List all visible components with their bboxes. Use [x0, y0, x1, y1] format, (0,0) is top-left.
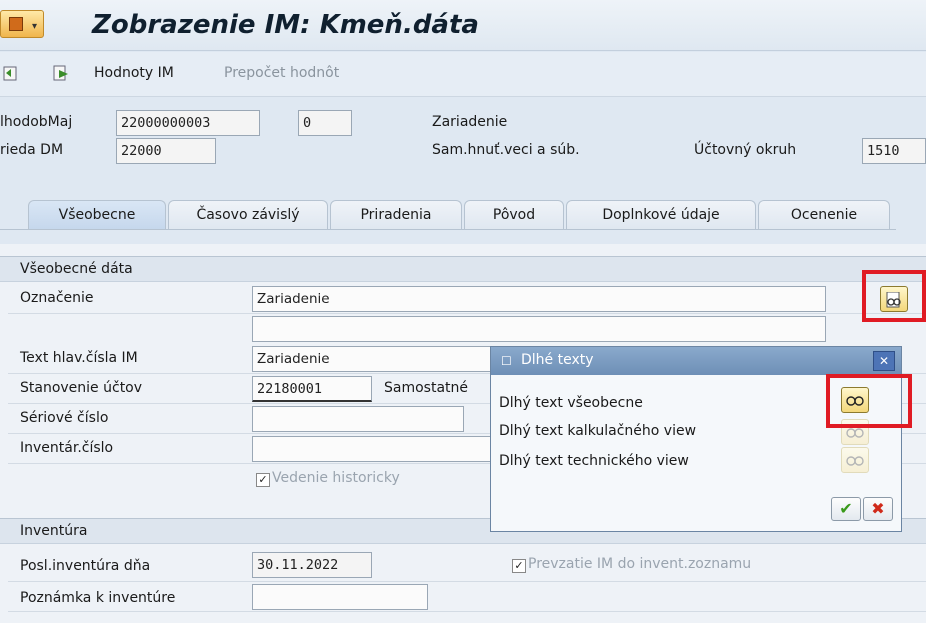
label-inventar-cislo: Inventár.číslo: [20, 440, 114, 456]
account-determination-field[interactable]: 22180001: [252, 376, 372, 402]
inventory-number-field[interactable]: [252, 436, 492, 462]
label-uctovny-okruh: Účtovný okruh: [694, 142, 797, 158]
tab-strip-divider: [0, 229, 896, 230]
prevzatie-checkbox-box[interactable]: ✓: [512, 559, 526, 573]
description-field-2[interactable]: [252, 316, 826, 342]
tab-priradenia[interactable]: Priradenia: [330, 200, 462, 230]
tab-doplnkove-udaje[interactable]: Doplnkové údaje: [566, 200, 756, 230]
dialog-icon: ☐: [501, 354, 512, 368]
serial-number-field[interactable]: [252, 406, 464, 432]
label-stanovenie-uctov: Stanovenie účtov: [20, 380, 143, 396]
label-trieda-dm: rieda DM: [0, 142, 64, 158]
long-text-general-label: Dlhý text všeobecne: [499, 395, 643, 411]
tab-vseobecne[interactable]: Všeobecne: [28, 200, 166, 230]
long-text-technical-button[interactable]: [841, 447, 869, 473]
account-determination-description: Samostatné: [384, 380, 469, 396]
highlight-box-long-text: [862, 270, 926, 322]
label-posl-inventura: Posl.inventúra dňa: [20, 558, 151, 574]
application-toolbar: Hodnoty IM Prepočet hodnôt: [0, 52, 926, 97]
main-number-text-field[interactable]: Zariadenie: [252, 346, 492, 372]
last-inventory-date-field[interactable]: 30.11.2022: [252, 552, 372, 578]
inventory-note-field[interactable]: [252, 584, 428, 610]
asset-number-field[interactable]: 22000000003: [116, 110, 260, 136]
label-oznacenie: Označenie: [20, 290, 94, 306]
history-checkbox-label: Vedenie historicky: [272, 470, 400, 486]
company-code-field[interactable]: 1510: [862, 138, 926, 164]
history-checkbox[interactable]: ✓ Vedenie historicky: [256, 470, 400, 487]
asset-class-description: Sam.hnuť.veci a súb.: [432, 142, 580, 158]
description-field[interactable]: Zariadenie: [252, 286, 826, 312]
back-icon[interactable]: [2, 64, 20, 82]
tab-casovo-zavisly[interactable]: Časovo závislý: [168, 200, 328, 230]
section-header-vseobecne-data: Všeobecné dáta: [0, 256, 926, 282]
asset-class-field[interactable]: 22000: [116, 138, 216, 164]
dialog-title: Dlhé texty: [521, 352, 594, 368]
dialog-title-bar[interactable]: ☐ Dlhé texty ✕: [491, 347, 901, 375]
prevzatie-checkbox[interactable]: ✓ Prevzatie IM do invent.zoznamu: [512, 556, 751, 573]
label-seriove-cislo: Sériové číslo: [20, 410, 109, 426]
cancel-button[interactable]: ✖: [863, 497, 893, 521]
prevzatie-checkbox-label: Prevzatie IM do invent.zoznamu: [528, 556, 752, 572]
history-checkbox-box[interactable]: ✓: [256, 473, 270, 487]
page-title: Zobrazenie IM: Kmeň.dáta: [92, 10, 479, 40]
document-forward-icon[interactable]: [52, 64, 70, 82]
long-text-costing-label: Dlhý text kalkulačného view: [499, 423, 697, 439]
system-menu-icon[interactable]: ▾: [0, 10, 44, 38]
highlight-box-general-text: [826, 374, 912, 428]
asset-subnumber-field[interactable]: 0: [298, 110, 352, 136]
tab-povod[interactable]: Pôvod: [464, 200, 564, 230]
tab-ocenenie[interactable]: Ocenenie: [758, 200, 890, 230]
glasses-icon: [846, 456, 864, 466]
label-poznamka: Poznámka k inventúre: [20, 590, 176, 606]
label-text-hlav-cisla: Text hlav.čísla IM: [20, 350, 138, 366]
asset-description: Zariadenie: [432, 114, 508, 130]
confirm-button[interactable]: ✔: [831, 497, 861, 521]
hodnoty-im-button[interactable]: Hodnoty IM: [94, 65, 174, 81]
prepocet-hodnot-button[interactable]: Prepočet hodnôt: [224, 65, 339, 81]
label-hodobmaj: lhodobMaj: [0, 114, 73, 130]
close-icon[interactable]: ✕: [873, 351, 895, 371]
title-bar: ▾ Zobrazenie IM: Kmeň.dáta: [0, 0, 926, 51]
long-text-technical-label: Dlhý text technického view: [499, 453, 689, 469]
